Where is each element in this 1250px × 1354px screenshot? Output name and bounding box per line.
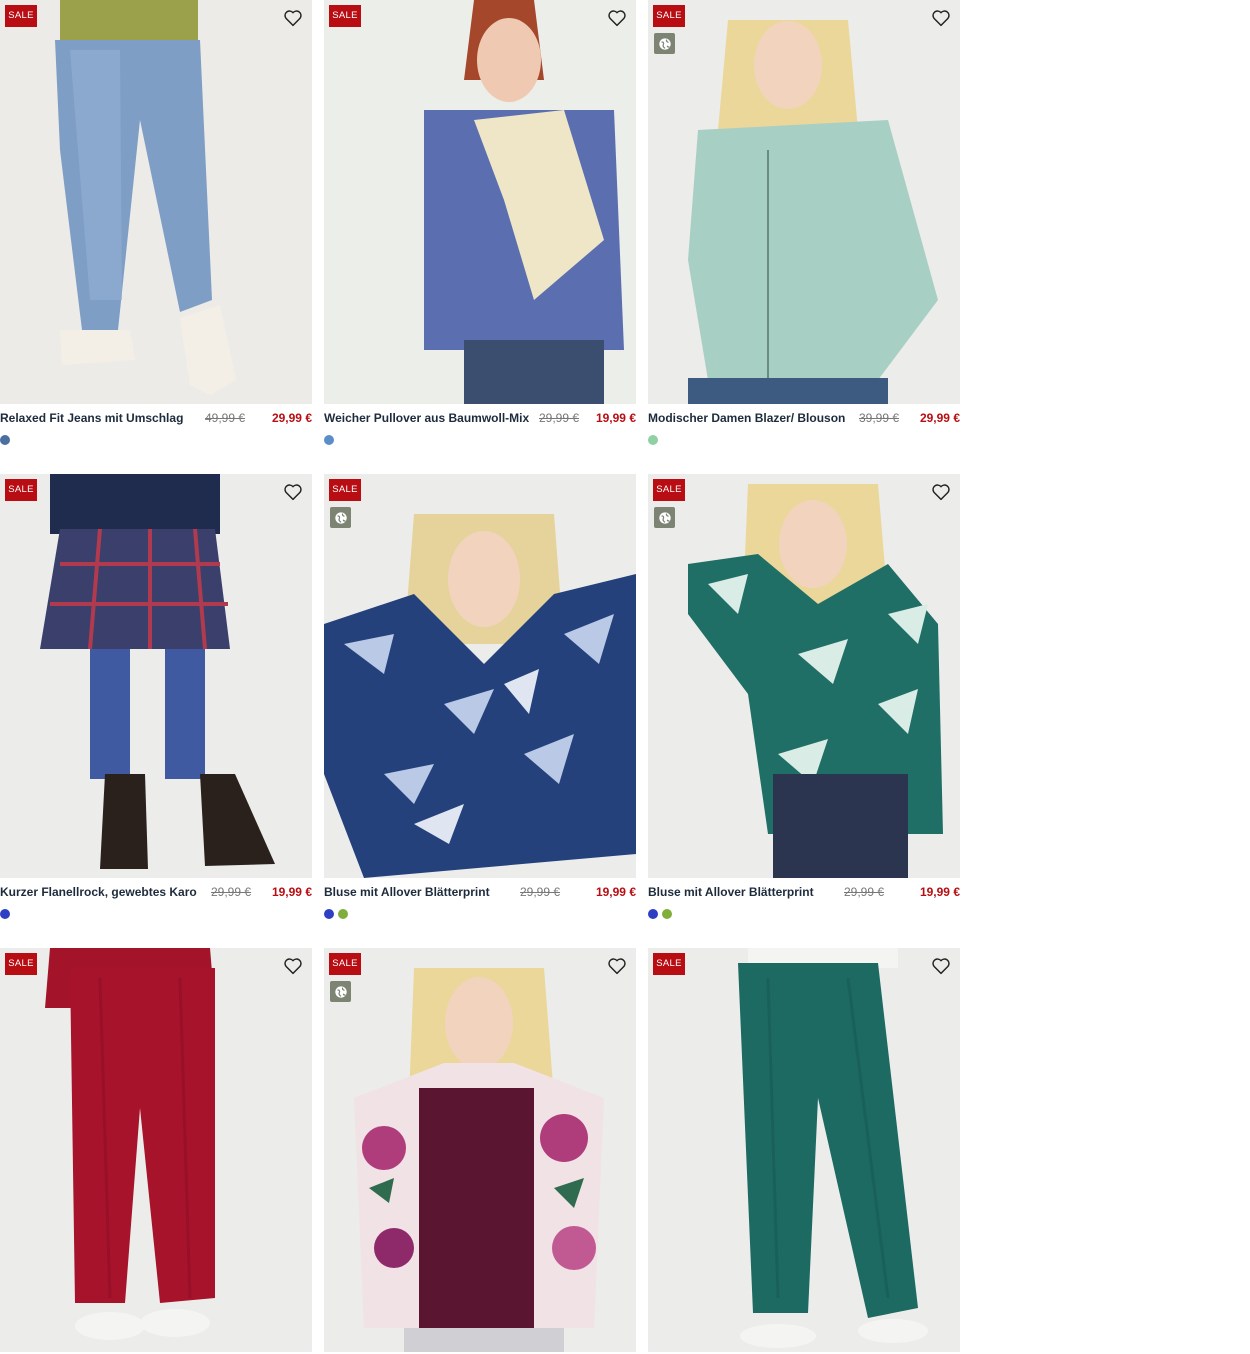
color-swatches [0, 909, 10, 919]
product-image[interactable]: SALE [0, 0, 312, 404]
sale-price: 29,99 € [919, 411, 960, 425]
color-swatch[interactable] [648, 435, 658, 445]
sale-price: 29,99 € [271, 411, 312, 425]
sale-badge: SALE [329, 479, 361, 501]
product-photo-blouse-blue [324, 474, 636, 878]
old-price: 49,99 € [205, 411, 246, 425]
old-price: 29,99 € [844, 885, 885, 899]
product-name[interactable]: Bluse mit Allover Blätterprint [324, 885, 490, 899]
wishlist-heart-icon[interactable] [283, 483, 303, 501]
globe-icon [654, 33, 675, 54]
product-photo-skirt [0, 474, 312, 878]
color-swatch[interactable] [662, 909, 672, 919]
product-photo-jeans [0, 0, 312, 404]
color-swatch[interactable] [0, 435, 10, 445]
product-photo-pullover [324, 0, 636, 404]
product-photo-blouse-green [648, 474, 960, 878]
color-swatches [648, 435, 658, 445]
sale-price: 19,99 € [595, 411, 636, 425]
product-name[interactable]: Weicher Pullover aus Baumwoll-Mix [324, 411, 529, 425]
globe-icon [654, 507, 675, 528]
wishlist-heart-icon[interactable] [931, 9, 951, 27]
product-name[interactable]: Modischer Damen Blazer/ Blouson [648, 411, 845, 425]
color-swatches [648, 909, 672, 919]
color-swatch[interactable] [324, 435, 334, 445]
sale-badge: SALE [329, 5, 361, 27]
sale-badge: SALE [653, 5, 685, 27]
wishlist-heart-icon[interactable] [931, 483, 951, 501]
color-swatch[interactable] [648, 909, 658, 919]
color-swatch[interactable] [338, 909, 348, 919]
product-photo-floral-jacket [324, 948, 636, 1352]
sale-price: 19,99 € [595, 885, 636, 899]
product-image[interactable]: SALE [324, 948, 636, 1352]
wishlist-heart-icon[interactable] [931, 957, 951, 975]
color-swatches [0, 435, 10, 445]
product-photo-blouson [648, 0, 960, 404]
wishlist-heart-icon[interactable] [283, 9, 303, 27]
product-photo-green-trousers [648, 948, 960, 1352]
sale-price: 19,99 € [271, 885, 312, 899]
sale-badge: SALE [5, 5, 37, 27]
old-price: 39,99 € [859, 411, 900, 425]
globe-icon [330, 981, 351, 1002]
old-price: 29,99 € [211, 885, 252, 899]
old-price: 29,99 € [539, 411, 580, 425]
sale-badge: SALE [5, 953, 37, 975]
color-swatch[interactable] [0, 909, 10, 919]
product-image[interactable]: SALE [324, 0, 636, 404]
color-swatches [324, 909, 348, 919]
color-swatches [324, 435, 334, 445]
product-image[interactable]: SALE [324, 474, 636, 878]
wishlist-heart-icon[interactable] [607, 957, 627, 975]
sale-badge: SALE [653, 479, 685, 501]
product-image[interactable]: SALE [648, 0, 960, 404]
wishlist-heart-icon[interactable] [607, 9, 627, 27]
old-price: 29,99 € [520, 885, 561, 899]
sale-badge: SALE [329, 953, 361, 975]
product-name[interactable]: Relaxed Fit Jeans mit Umschlag [0, 411, 183, 425]
wishlist-heart-icon[interactable] [283, 957, 303, 975]
sale-badge: SALE [653, 953, 685, 975]
product-image[interactable]: SALE [0, 948, 312, 1352]
product-name[interactable]: Bluse mit Allover Blätterprint [648, 885, 814, 899]
sale-badge: SALE [5, 479, 37, 501]
product-image[interactable]: SALE [648, 948, 960, 1352]
sale-price: 19,99 € [919, 885, 960, 899]
product-name[interactable]: Kurzer Flanellrock, gewebtes Karo [0, 885, 197, 899]
product-image[interactable]: SALE [648, 474, 960, 878]
product-image[interactable]: SALE [0, 474, 312, 878]
globe-icon [330, 507, 351, 528]
color-swatch[interactable] [324, 909, 334, 919]
product-photo-red-trousers [0, 948, 312, 1352]
